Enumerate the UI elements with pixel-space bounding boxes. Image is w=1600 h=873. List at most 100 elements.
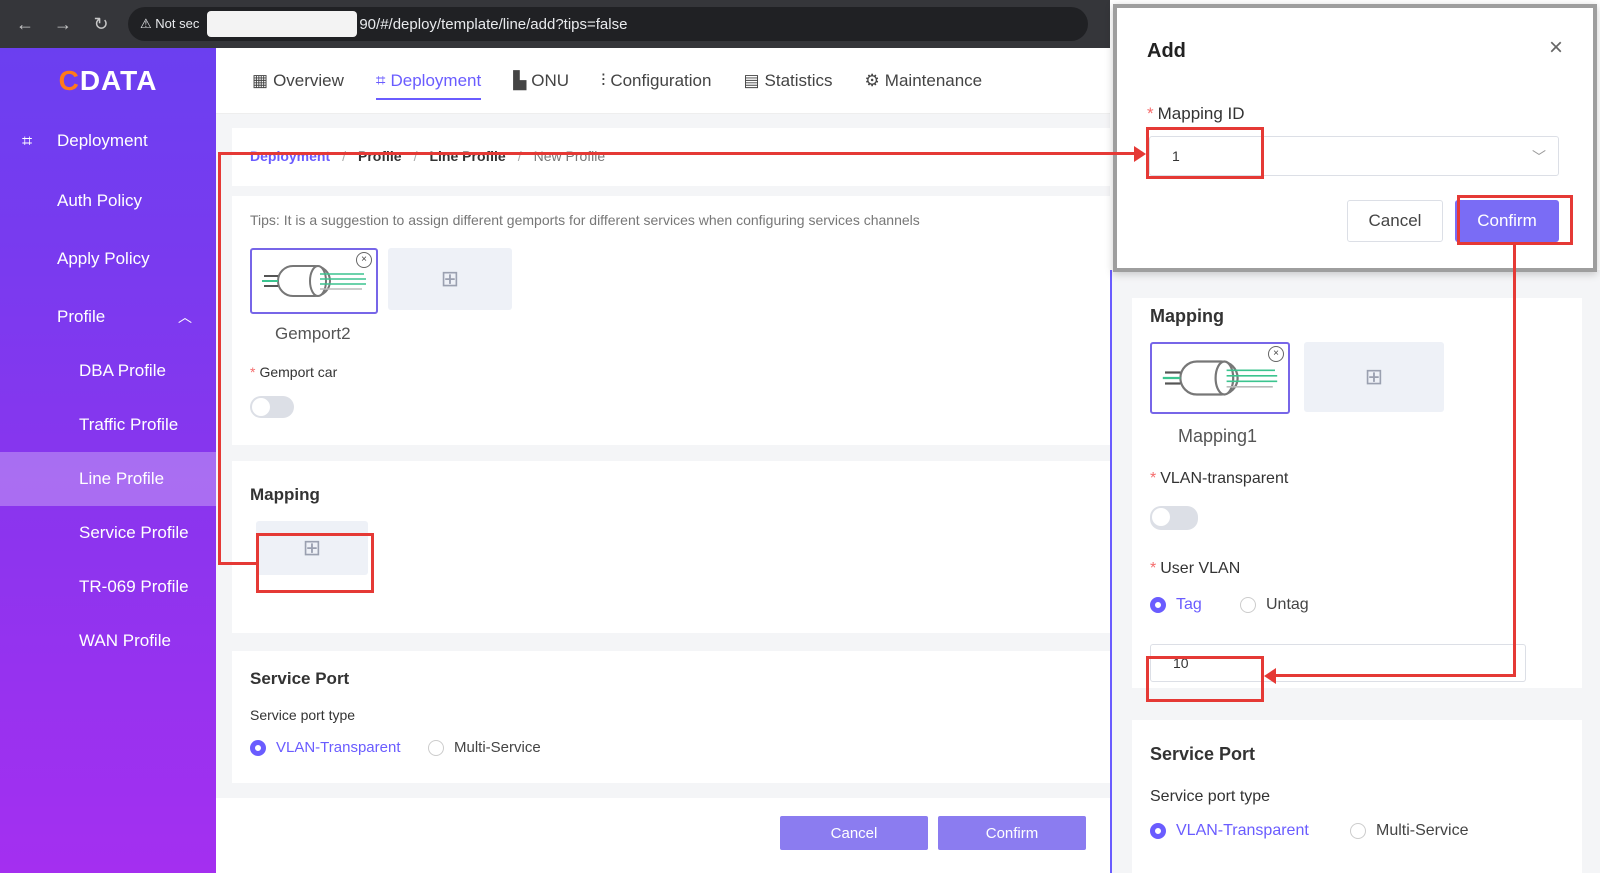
tab-label: Deployment [390, 70, 482, 90]
radio-vlan-transparent[interactable]: VLAN-Transparent [250, 739, 401, 756]
mapping-name: Mapping1 [1178, 426, 1258, 446]
back-arrow-icon[interactable]: ← [6, 5, 44, 43]
user-vlan-text: User VLAN [1160, 560, 1241, 577]
sidebar-item-auth-policy[interactable]: Auth Policy [0, 174, 216, 228]
annotation-arrowhead [1134, 146, 1146, 162]
mapping-title: Mapping [250, 485, 320, 504]
sidebar-item-wan-profile[interactable]: WAN Profile [0, 614, 216, 668]
radio-dot [1150, 597, 1166, 613]
required-asterisk: * [1150, 470, 1157, 487]
radio-label: Multi-Service [1376, 822, 1469, 839]
breadcrumb-line-profile[interactable]: Line Profile [429, 148, 505, 164]
radio-multi-service[interactable]: Multi-Service [428, 739, 541, 756]
breadcrumb-new-profile: New Profile [533, 148, 606, 164]
top-navigation: ▦ Overview ⌗ Deployment ▙ ONU ⫶ Configuratio… [216, 48, 1110, 114]
sidebar-item-profile[interactable]: Profile ︿ [0, 290, 216, 344]
annotation-line [1513, 245, 1516, 677]
breadcrumb: Deployment / Profile / Line Profile / Ne… [250, 148, 605, 164]
annotation-box-vlan [1146, 656, 1264, 702]
breadcrumb-separator: / [413, 148, 418, 164]
tab-label: Overview [273, 70, 344, 90]
sidebar-item-label: Auth Policy [57, 191, 143, 210]
radio-multi-service[interactable]: Multi-Service [1350, 822, 1468, 840]
url-text: 90/#/deploy/template/line/add?tips=false [359, 15, 628, 33]
chevron-down-icon: ﹀ [1532, 149, 1546, 165]
tab-maintenance[interactable]: ⚙ Maintenance [865, 62, 983, 100]
forward-arrow-icon[interactable]: → [44, 5, 82, 43]
chart-window-icon: ▤ [743, 70, 760, 90]
vlan-transparent-label: * VLAN-transparent [1150, 470, 1288, 488]
sidebar-item-dba-profile[interactable]: DBA Profile [0, 344, 216, 398]
add-mapping-button[interactable]: ⊞ [1304, 342, 1444, 412]
tab-statistics[interactable]: ▤ Statistics [743, 62, 832, 100]
service-port-type-label: Service port type [1150, 788, 1271, 805]
add-gemport-button[interactable]: ⊞ [388, 248, 512, 310]
dialog-cancel-button[interactable]: Cancel [1347, 200, 1443, 242]
sidebar-item-label: Apply Policy [57, 249, 150, 268]
gemport-card-item[interactable]: × [250, 248, 378, 314]
required-asterisk: * [1147, 104, 1154, 123]
main-content: Deployment / Profile / Line Profile / Ne… [216, 114, 1110, 873]
reload-icon[interactable]: ↻ [82, 5, 120, 43]
annotation-line [218, 562, 256, 565]
gemport-car-label: * Gemport car [250, 364, 337, 380]
service-port-card: Service Port Service port type VLAN-Tran… [232, 651, 1110, 783]
annotation-line [218, 152, 1136, 155]
tab-configuration[interactable]: ⫶ Configuration [601, 62, 711, 100]
sidebar-item-apply-policy[interactable]: Apply Policy [0, 232, 216, 286]
radio-vlan-transparent[interactable]: VLAN-Transparent [1150, 822, 1309, 840]
annotation-box-confirm [1457, 195, 1573, 245]
breadcrumb-profile[interactable]: Profile [358, 148, 402, 164]
remove-circle-icon[interactable]: × [356, 252, 372, 268]
sidebar-item-service-profile[interactable]: Service Profile [0, 506, 216, 560]
required-asterisk: * [250, 364, 256, 380]
browser-toolbar: ← → ↻ ⚠ Not sec 90/#/deploy/template/lin… [0, 0, 1110, 48]
tab-label: Maintenance [884, 70, 983, 90]
mapping-id-label: * Mapping ID [1147, 104, 1245, 124]
radio-label: Untag [1266, 596, 1309, 613]
redacted-host-mask [207, 11, 358, 37]
sidebar-item-deployment[interactable]: ⌗ Deployment [0, 114, 216, 168]
breadcrumb-deployment[interactable]: Deployment [250, 148, 330, 164]
logo-mark: C [58, 65, 80, 96]
radio-tag[interactable]: Tag [1150, 596, 1202, 614]
annotation-box-mapping-id [1146, 127, 1264, 179]
close-icon[interactable]: × [1549, 34, 1563, 62]
radio-dot [1150, 823, 1166, 839]
annotation-line [1276, 674, 1516, 677]
mapping-form-panel: Mapping × ⊞ Mapping1 * VLAN-transparent *… [1110, 270, 1600, 873]
cancel-button[interactable]: Cancel [780, 816, 928, 850]
address-bar[interactable]: ⚠ Not sec 90/#/deploy/template/line/add?… [128, 7, 1088, 41]
deployment-icon: ⌗ [375, 70, 386, 90]
sidebar-item-traffic-profile[interactable]: Traffic Profile [0, 398, 216, 452]
service-port-title: Service Port [1150, 744, 1256, 764]
tab-overview[interactable]: ▦ Overview [252, 62, 344, 100]
annotation-line [218, 153, 221, 565]
radio-untag[interactable]: Untag [1240, 596, 1309, 614]
gemport-car-text: Gemport car [259, 364, 338, 380]
sidebar-item-label: Deployment [57, 131, 148, 150]
router-icon: ▙ [513, 70, 527, 90]
breadcrumb-separator: / [342, 148, 347, 164]
radio-label: VLAN-Transparent [1176, 822, 1309, 839]
tab-deployment[interactable]: ⌗ Deployment [375, 62, 482, 100]
gemport-car-toggle[interactable] [250, 396, 294, 418]
sidebar-item-line-profile[interactable]: Line Profile [0, 452, 216, 506]
tab-onu[interactable]: ▙ ONU [513, 62, 569, 100]
vlan-transparent-toggle[interactable] [1150, 506, 1198, 530]
required-asterisk: * [1150, 560, 1157, 577]
confirm-button[interactable]: Confirm [938, 816, 1086, 850]
grid-icon: ▦ [252, 70, 269, 90]
sidebar-item-label: Profile [57, 307, 106, 326]
mapping-title: Mapping [1150, 306, 1224, 326]
annotation-arrowhead [1264, 668, 1276, 684]
not-secure-warning[interactable]: ⚠ Not sec [140, 16, 199, 32]
sidebar-item-tr069-profile[interactable]: TR-069 Profile [0, 560, 216, 614]
remove-circle-icon[interactable]: × [1268, 346, 1284, 362]
mapping-id-text: Mapping ID [1157, 104, 1245, 123]
tab-label: ONU [531, 70, 570, 90]
mapping-card-item[interactable]: × [1150, 342, 1290, 414]
sidebar-item-label: TR-069 Profile [79, 577, 189, 596]
divider [232, 186, 1110, 196]
sliders-icon: ⫶ [601, 70, 606, 90]
